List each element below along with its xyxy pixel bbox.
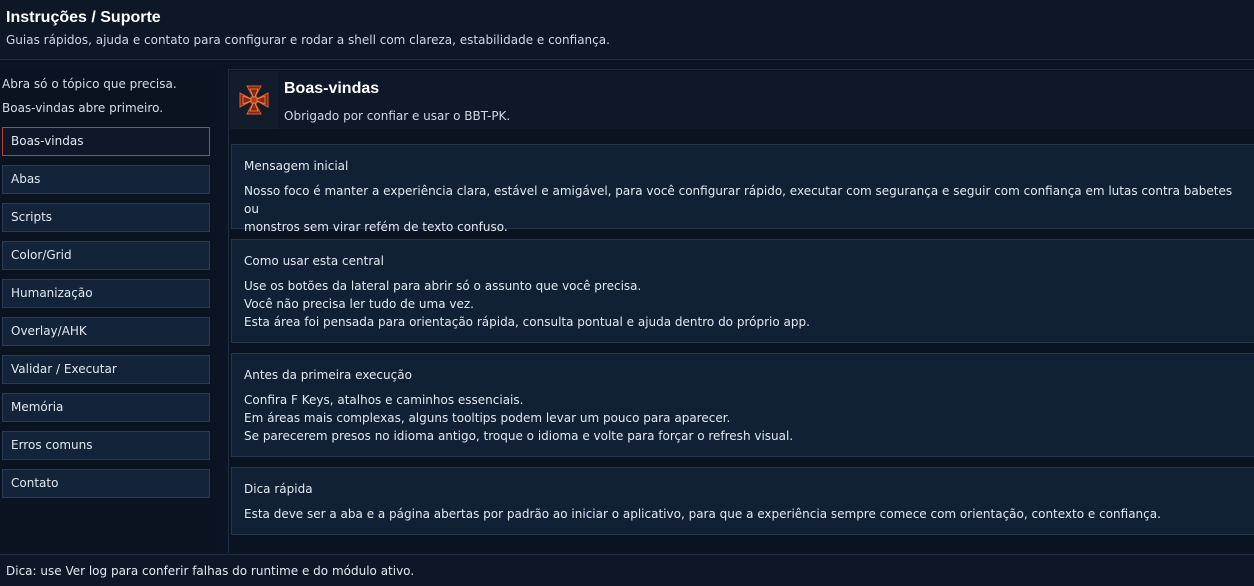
card-body: Esta deve ser a aba e a página abertas p…: [244, 505, 1234, 523]
card-line: Em áreas mais complexas, alguns tooltips…: [244, 411, 731, 425]
card-line: monstros sem virar refém de texto confus…: [244, 220, 508, 234]
card-line: Confira F Keys, atalhos e caminhos essen…: [244, 393, 524, 407]
welcome-title: Boas-vindas: [284, 80, 380, 97]
sidebar-item-memoria[interactable]: Memória: [2, 393, 210, 422]
sidebar-item-erros-comuns[interactable]: Erros comuns: [2, 431, 210, 460]
sidebar-item-validar-executar[interactable]: Validar / Executar: [2, 355, 210, 384]
sidebar-item-contato[interactable]: Contato: [2, 469, 210, 498]
content-panel: Boas-vindas Obrigado por confiar e usar …: [228, 69, 1254, 553]
card-body: Confira F Keys, atalhos e caminhos essen…: [244, 391, 1234, 445]
sidebar: Abra só o tópico que precisa. Boas-vinda…: [0, 69, 216, 553]
sidebar-hint-1: Abra só o tópico que precisa.: [2, 77, 177, 91]
status-bar: Dica: use Ver log para conferir falhas d…: [0, 554, 1254, 586]
card-title: Dica rápida: [244, 482, 313, 496]
welcome-subtitle: Obrigado por confiar e usar o BBT-PK.: [284, 109, 511, 123]
sidebar-hint-2: Boas-vindas abre primeiro.: [2, 101, 164, 115]
card-title: Antes da primeira execução: [244, 368, 412, 382]
card-antes-primeira-execucao: Antes da primeira execução Confira F Key…: [231, 353, 1254, 457]
card-mensagem-inicial: Mensagem inicial Nosso foco é manter a e…: [231, 144, 1254, 234]
card-line: Use os botões da lateral para abrir só o…: [244, 279, 642, 293]
card-line: Esta área foi pensada para orientação rá…: [244, 315, 810, 329]
card-title: Mensagem inicial: [244, 159, 349, 173]
sidebar-item-scripts[interactable]: Scripts: [2, 203, 210, 232]
sidebar-item-boas-vindas[interactable]: Boas-vindas: [2, 127, 210, 156]
welcome-header: Boas-vindas Obrigado por confiar e usar …: [230, 71, 1254, 129]
page-subtitle: Guias rápidos, ajuda e contato para conf…: [6, 33, 610, 47]
card-line: Nosso foco é manter a experiência clara,…: [244, 184, 1233, 216]
card-como-usar: Como usar esta central Use os botões da …: [231, 239, 1254, 343]
iron-cross-icon: [230, 71, 278, 129]
sidebar-item-overlay-ahk[interactable]: Overlay/AHK: [2, 317, 210, 346]
card-body: Use os botões da lateral para abrir só o…: [244, 277, 1234, 331]
sidebar-item-color-grid[interactable]: Color/Grid: [2, 241, 210, 270]
footer-tip: Dica: use Ver log para conferir falhas d…: [6, 564, 415, 578]
sidebar-item-humanizacao[interactable]: Humanização: [2, 279, 210, 308]
card-line: Você não precisa ler tudo de uma vez.: [244, 297, 474, 311]
card-line: Esta deve ser a aba e a página abertas p…: [244, 507, 1161, 521]
card-dica-rapida: Dica rápida Esta deve ser a aba e a pági…: [231, 467, 1254, 535]
card-line: Se parecerem presos no idioma antigo, tr…: [244, 429, 794, 443]
card-body: Nosso foco é manter a experiência clara,…: [244, 182, 1234, 236]
card-title: Como usar esta central: [244, 254, 384, 268]
sidebar-item-abas[interactable]: Abas: [2, 165, 210, 194]
page-header: Instruções / Suporte Guias rápidos, ajud…: [0, 0, 1254, 60]
page-title: Instruções / Suporte: [6, 9, 161, 26]
